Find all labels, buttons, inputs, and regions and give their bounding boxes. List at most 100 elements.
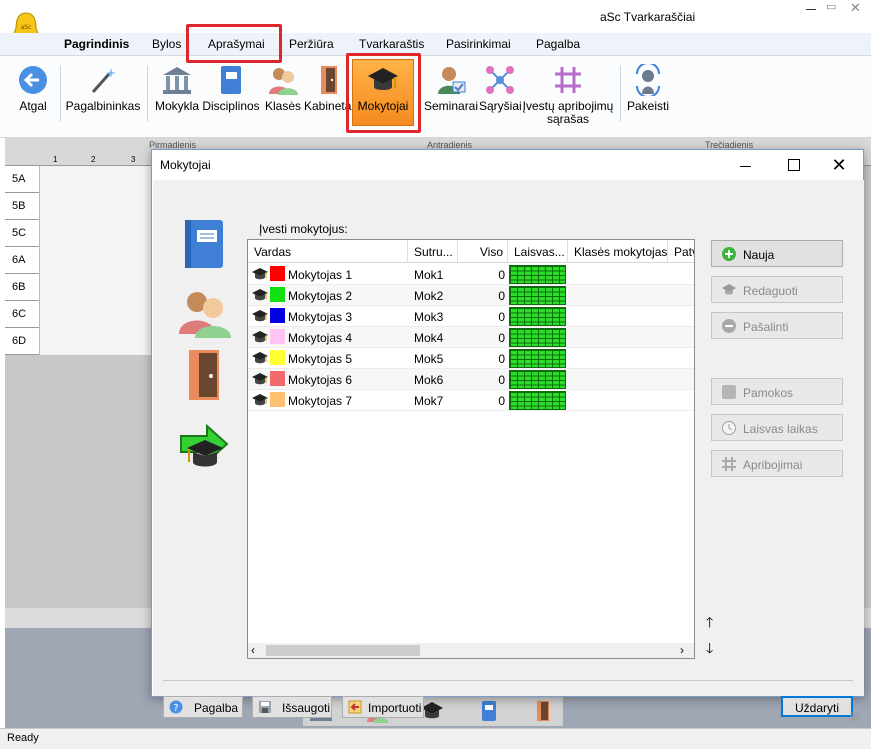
teacher-row[interactable]: Mokytojas 1 Mok1 0 [248, 264, 694, 285]
teacher-short: Mok1 [414, 268, 444, 282]
book-icon[interactable] [177, 216, 233, 272]
window-minimize-button[interactable] [800, 0, 824, 20]
app-title: aSc Tvarkaraščiai [600, 10, 696, 24]
column-vardas[interactable]: Vardas [248, 240, 408, 263]
column-viso[interactable]: Viso [458, 240, 508, 263]
teacher-name: Mokytojas 5 [288, 352, 353, 366]
teacher-color-swatch [270, 371, 285, 386]
students-icon[interactable] [177, 284, 233, 340]
door-icon[interactable] [177, 348, 233, 404]
ribbon-toolbar: Atgal Pagalbininkas Mokykla Disciplinos … [0, 56, 871, 138]
teacher-total: 0 [498, 331, 505, 345]
timetable-row[interactable]: 6D [5, 328, 158, 355]
timetable-row[interactable]: 5B [5, 193, 158, 220]
ribbon-mokykla-button[interactable]: Mokykla [152, 64, 202, 113]
seminar-person-icon [435, 64, 467, 96]
teacher-import-arrow-icon[interactable] [177, 418, 233, 474]
school-building-icon [161, 64, 193, 96]
teacher-name: Mokytojas 6 [288, 373, 353, 387]
move-up-arrow-icon[interactable]: 🡑 [706, 612, 713, 636]
column-klases-mokytojas[interactable]: Klasės mokytojas [568, 240, 668, 263]
teacher-color-swatch [270, 308, 285, 323]
column-patvirtinta[interactable]: Patv [668, 240, 694, 263]
menu-pagalba[interactable]: Pagalba [536, 37, 580, 51]
resize-grip[interactable] [850, 712, 860, 722]
constraints-grid-icon [722, 457, 736, 471]
free-time-grid [509, 286, 566, 305]
class-label: 6A [12, 254, 26, 266]
laisvas-laikas-button[interactable]: Laisvas laikas [711, 414, 843, 441]
ribbon-klases-button[interactable]: Klasės [263, 64, 303, 113]
ribbon-seminarai-button[interactable]: Seminarai [424, 64, 478, 113]
window-restore-button[interactable]: ▭ [826, 0, 848, 20]
teacher-row[interactable]: Mokytojas 7 Mok7 0 [248, 390, 694, 411]
teacher-short: Mok2 [414, 289, 444, 303]
timetable-row[interactable]: 6B [5, 274, 158, 301]
dialog-maximize-button[interactable] [779, 154, 807, 176]
timetable-row[interactable]: 5A [5, 166, 158, 193]
column-sutrumpinimas[interactable]: Sutru... [408, 240, 458, 263]
redaguoti-label: Redaguoti [743, 284, 798, 298]
scroll-right-icon[interactable]: › [680, 643, 684, 657]
door-icon [313, 64, 345, 96]
dialog-title: Mokytojai [160, 158, 211, 172]
horizontal-scrollbar[interactable]: ‹ › [248, 643, 694, 658]
pamokos-button[interactable]: Pamokos [711, 378, 843, 405]
menu-tvarkarastis[interactable]: Tvarkaraštis [359, 37, 424, 51]
teacher-short: Mok3 [414, 310, 444, 324]
pagalba-button[interactable]: ? Pagalba [163, 696, 243, 718]
importuoti-button[interactable]: Importuoti [342, 696, 424, 718]
graduation-cap-icon [252, 288, 268, 302]
window-close-button[interactable]: ✕ [850, 0, 871, 20]
scroll-left-icon[interactable]: ‹ [251, 643, 255, 657]
teacher-row[interactable]: Mokytojas 4 Mok4 0 [248, 327, 694, 348]
issaugoti-button[interactable]: Išsaugoti [252, 696, 332, 718]
dialog-close-button[interactable]: ✕ [825, 154, 853, 176]
apribojimai-button[interactable]: Apribojimai [711, 450, 843, 477]
menu-pasirinkimai[interactable]: Pasirinkimai [446, 37, 511, 51]
scrollbar-thumb[interactable] [266, 645, 420, 656]
ribbon-atgal-button[interactable]: Atgal [10, 64, 56, 113]
teacher-total: 0 [498, 394, 505, 408]
class-label: 5A [12, 173, 26, 185]
ribbon-pakeisti-button[interactable]: Pakeisti [624, 62, 672, 113]
pagalba-label: Pagalba [194, 701, 239, 715]
teacher-row[interactable]: Mokytojas 6 Mok6 0 [248, 369, 694, 390]
highlight-mokytojai [346, 53, 421, 133]
graduation-cap-icon [252, 393, 268, 407]
graduation-cap-icon [252, 372, 268, 386]
teacher-name: Mokytojas 1 [288, 268, 353, 282]
teacher-total: 0 [498, 268, 505, 282]
menu-perziura[interactable]: Peržiūra [289, 37, 334, 51]
swap-person-icon [632, 62, 664, 98]
timetable-row[interactable]: 5C [5, 220, 158, 247]
teacher-row[interactable]: Mokytojas 2 Mok2 0 [248, 285, 694, 306]
teacher-color-swatch [270, 266, 285, 281]
class-label: 5B [12, 200, 26, 212]
nauja-button[interactable]: Nauja [711, 240, 843, 267]
teacher-row[interactable]: Mokytojas 5 Mok5 0 [248, 348, 694, 369]
uzdaryti-button[interactable]: Uždaryti [781, 696, 853, 717]
teacher-row[interactable]: Mokytojas 3 Mok3 0 [248, 306, 694, 327]
period-header: 2 [91, 155, 96, 164]
ribbon-pagalbininkas-button[interactable]: Pagalbininkas [64, 64, 142, 113]
teacher-list[interactable]: Vardas Sutru... Viso Laisvas... Klasės m… [247, 239, 695, 659]
pasalinti-button[interactable]: Pašalinti [711, 312, 843, 339]
clock-icon [722, 421, 736, 435]
ribbon-disciplinos-button[interactable]: Disciplinos [202, 64, 260, 113]
menu-bylos[interactable]: Bylos [152, 37, 181, 51]
teacher-name: Mokytojas 7 [288, 394, 353, 408]
book-icon[interactable] [477, 699, 501, 723]
dialog-minimize-button[interactable] [732, 154, 760, 176]
ribbon-apribojimai-button[interactable]: Įvestų apribojimų sąrašas [520, 64, 616, 126]
highlight-aprasymai [186, 24, 282, 63]
timetable-row[interactable]: 6A [5, 247, 158, 274]
door-icon[interactable] [531, 699, 555, 723]
timetable-row[interactable]: 6C [5, 301, 158, 328]
redaguoti-button[interactable]: Redaguoti [711, 276, 843, 303]
column-laisvas-laikas[interactable]: Laisvas... [508, 240, 568, 263]
ribbon-sarysiai-button[interactable]: Sąryšiai [479, 64, 522, 113]
move-down-arrow-icon[interactable]: 🡓 [706, 638, 713, 662]
graduation-cap-icon [252, 309, 268, 323]
menu-pagrindinis[interactable]: Pagrindinis [64, 37, 129, 51]
